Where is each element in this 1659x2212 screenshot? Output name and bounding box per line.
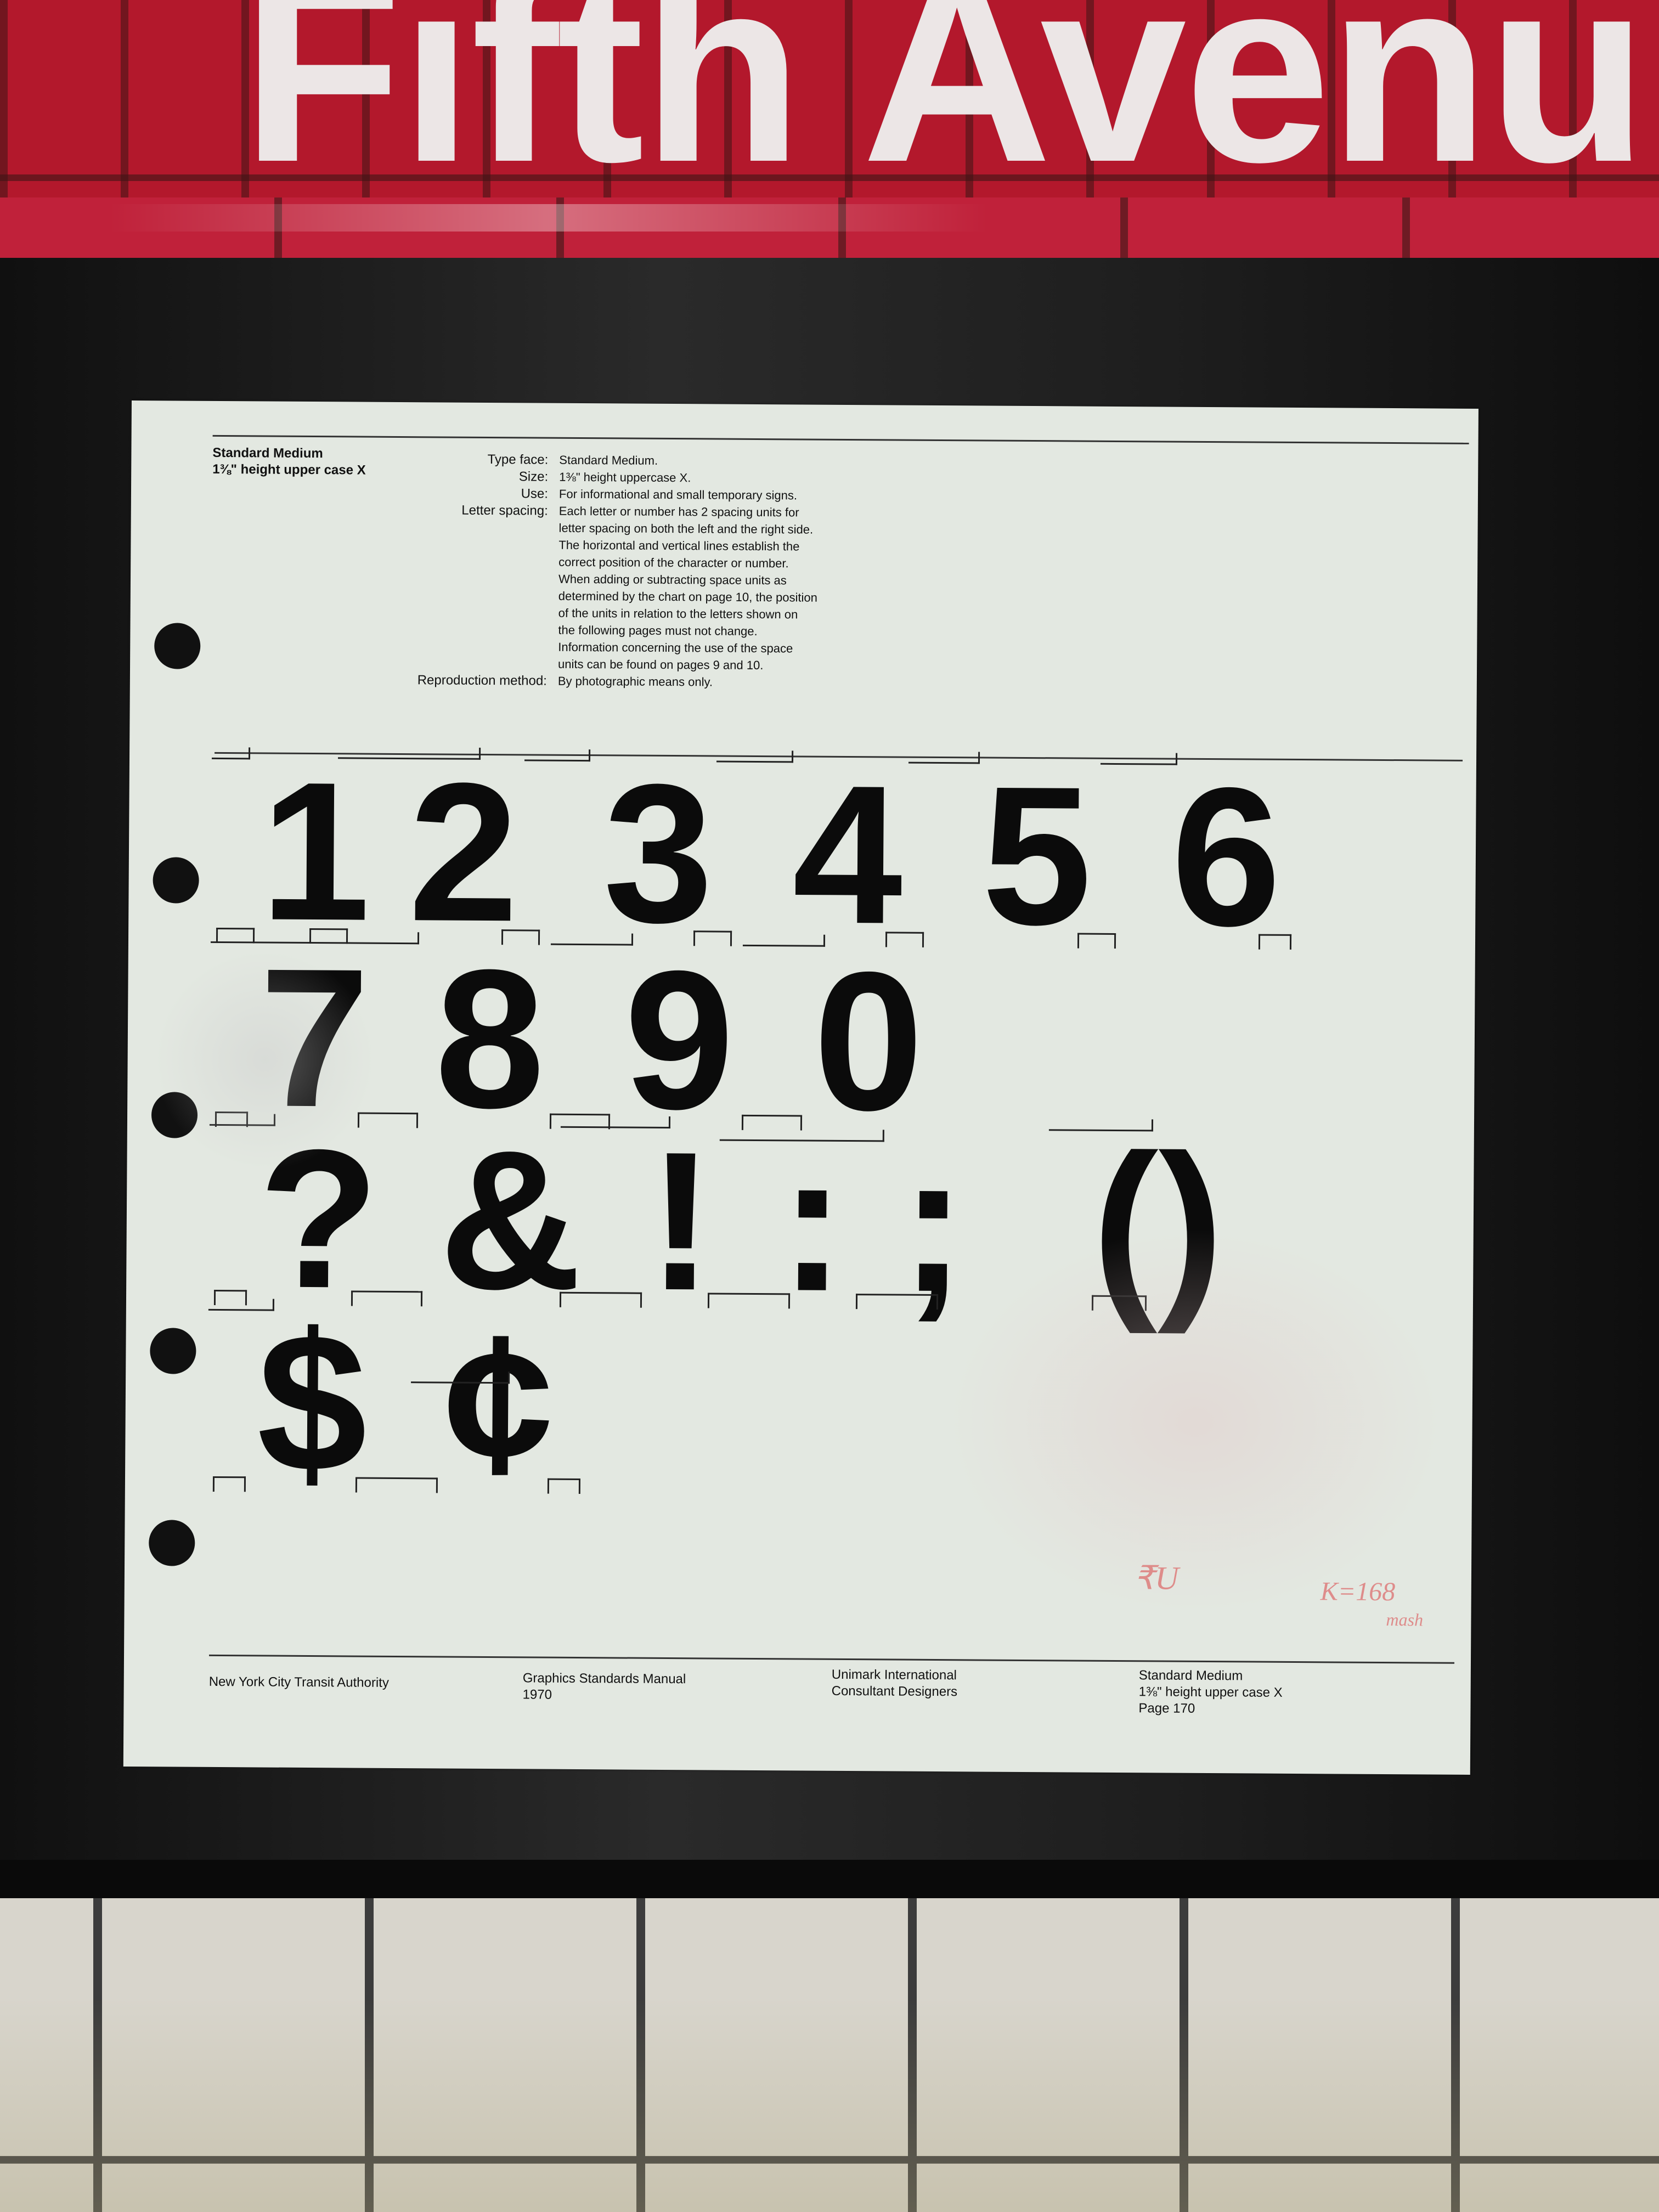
spacing-unit-mark: [1100, 763, 1177, 765]
footer-page-line2: 1⅜" height upper case X: [1138, 1684, 1283, 1700]
spec-value: The horizontal and vertical lines establ…: [558, 538, 800, 554]
spacing-unit-mark: [214, 1289, 247, 1292]
spec-label: Letter spacing:: [461, 503, 548, 518]
glyph: !: [647, 1110, 714, 1332]
spec-value: determined by the chart on page 10, the …: [558, 589, 818, 605]
glyph: 3: [602, 743, 714, 964]
glyph-row-currency: $ ¢: [235, 1292, 675, 1515]
spacing-unit-mark: [547, 1478, 581, 1481]
footer-page-line3: Page 170: [1138, 1701, 1195, 1716]
spacing-unit-mark: [1048, 1129, 1153, 1132]
glyph: 5: [981, 745, 1093, 967]
spec-value: When adding or subtracting space units a…: [558, 572, 787, 588]
spec-value: Each letter or number has 2 spacing unit…: [558, 504, 799, 520]
spec-value: 1⅜" height uppercase X.: [559, 470, 691, 485]
spacing-unit-mark: [1077, 933, 1116, 935]
footer-page-line1: Standard Medium: [1138, 1668, 1243, 1684]
spec-value: For informational and small temporary si…: [558, 487, 798, 503]
graphics-manual-page: Standard Medium 1⅜" height upper case X …: [123, 400, 1479, 1775]
binder-hole: [153, 857, 199, 904]
spec-value: letter spacing on both the left and the …: [558, 521, 814, 537]
station-name-tiles: Fifth Avenu: [0, 0, 1659, 258]
footer-manual: Graphics Standards Manual 1970: [523, 1670, 686, 1704]
spec-value: By photographic means only.: [557, 674, 713, 689]
glyph: 2: [408, 742, 520, 963]
spacing-unit-mark: [213, 1476, 246, 1479]
station-name: Fifth Avenu: [241, 0, 1648, 217]
header-title: Standard Medium 1⅜" height upper case X: [212, 445, 366, 479]
glyph: $: [256, 1292, 368, 1514]
spec-value: correct position of the character or num…: [558, 555, 789, 571]
glyph: 1: [259, 741, 371, 962]
glyph: 6: [1170, 746, 1282, 968]
spec-label: Size:: [518, 469, 549, 484]
spacing-unit-mark: [742, 944, 825, 947]
graffiti-mark: mash: [1386, 1610, 1424, 1630]
header-title-line1: Standard Medium: [212, 445, 323, 461]
glyph: 0: [812, 930, 924, 1152]
spacing-unit-mark: [216, 927, 255, 930]
spec-value: Standard Medium.: [559, 453, 658, 467]
glyph: &: [438, 1109, 583, 1331]
frame-ledge: [0, 1860, 1659, 1898]
spacing-unit-mark: [1259, 934, 1292, 936]
spec-value: the following pages must not change.: [558, 623, 758, 638]
footer-designer: Unimark International Consultant Designe…: [832, 1667, 958, 1700]
spacing-unit-mark: [908, 761, 980, 764]
glyph: 8: [434, 928, 546, 1150]
tile-reflection: [110, 204, 988, 232]
header-title-line2: 1⅜" height upper case X: [212, 461, 366, 478]
graffiti-mark: ₹U: [1133, 1560, 1179, 1596]
glyph-row-digits-1: 1 2 3 4 5 6: [238, 741, 1391, 968]
footer-designer-line1: Unimark International: [831, 1667, 957, 1683]
spec-values: Standard Medium. 1⅜" height uppercase X.…: [558, 452, 867, 691]
spacing-unit-mark: [716, 760, 794, 763]
spec-label: Reproduction method:: [417, 673, 547, 689]
spec-value: Information concerning the use of the sp…: [558, 640, 793, 656]
glyph: 9: [623, 929, 735, 1151]
footer-page-info: Standard Medium 1⅜" height upper case X …: [1138, 1667, 1283, 1718]
spec-label: Use:: [521, 486, 549, 501]
glyph: ¢: [443, 1293, 555, 1515]
glyph: ;: [899, 1112, 967, 1334]
glyph: 4: [792, 744, 904, 966]
white-wall-tiles: [0, 1898, 1659, 2212]
footer-manual-year: 1970: [522, 1687, 552, 1702]
binder-hole: [154, 623, 201, 669]
binder-hole: [149, 1520, 195, 1566]
smudge: [154, 949, 375, 1170]
footer-manual-title: Graphics Standards Manual: [522, 1671, 686, 1687]
spacing-unit-mark: [208, 1308, 274, 1311]
spec-label-spacer: [366, 518, 548, 673]
spec-labels: Type face: Size: Use: Letter spacing: Re…: [366, 450, 549, 690]
glyph: :: [778, 1111, 846, 1333]
footer-designer-line2: Consultant Designers: [831, 1683, 958, 1700]
spacing-unit-mark: [550, 943, 633, 946]
spacing-unit-mark: [212, 757, 251, 760]
footer-rule: [209, 1654, 1454, 1664]
footer-authority: New York City Transit Authority: [208, 1674, 389, 1690]
spec-label: Type face:: [487, 452, 549, 467]
smudge: [947, 1228, 1443, 1616]
spacing-unit-mark: [524, 759, 591, 762]
tile-grime: [0, 1997, 1659, 2212]
spec-value: of the units in relation to the letters …: [558, 606, 798, 622]
binder-hole: [150, 1328, 196, 1374]
graffiti-mark: K=168: [1320, 1577, 1396, 1607]
spec-value: units can be found on pages 9 and 10.: [558, 657, 764, 673]
header-rule: [212, 435, 1469, 444]
